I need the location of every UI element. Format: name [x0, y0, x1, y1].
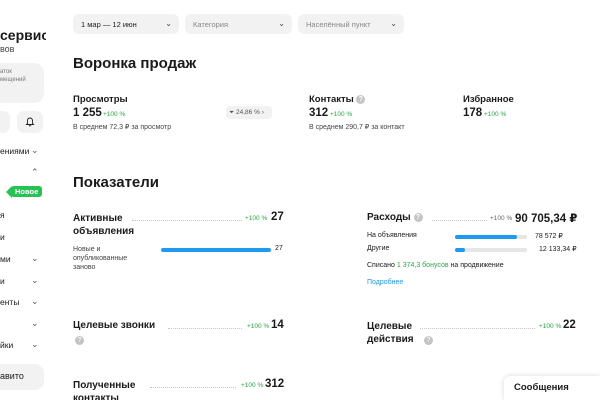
favorites-label: Избранное: [463, 94, 514, 105]
sidebar-item-5[interactable]: и: [0, 276, 5, 286]
chevron-down-icon: ⌄: [390, 19, 397, 28]
contacts-label-text: Контакты: [309, 94, 354, 105]
category-filter[interactable]: Категория ⌄: [185, 14, 292, 34]
expenses-label-text: Расходы: [367, 212, 411, 223]
favorites-value: 178: [463, 107, 483, 119]
calls-label: Целевые звонки: [73, 320, 156, 331]
expense-bar-fill: [455, 235, 518, 239]
actions-value: 22: [563, 319, 576, 331]
chevron-down-icon[interactable]: ⌄: [31, 318, 39, 329]
info-icon[interactable]: ?: [356, 94, 366, 104]
received-value: 312: [265, 378, 285, 390]
contacts-change: +100 %: [330, 111, 353, 118]
views-label: Просмотры: [73, 94, 128, 105]
category-filter-placeholder: Категория: [193, 20, 229, 29]
views-value: 1 255: [73, 107, 102, 119]
divider: [420, 328, 535, 329]
actions-change: +100 %: [539, 323, 562, 330]
details-link[interactable]: Подробнее: [367, 279, 403, 286]
location-filter-placeholder: Населённый пункт: [306, 20, 371, 29]
metrics-title: Показатели: [73, 174, 160, 191]
info-icon[interactable]: ?: [75, 336, 84, 345]
sidebar-card-line-2: мещений: [0, 77, 26, 83]
active-value: 27: [271, 211, 284, 223]
expense-bar-fill: [455, 248, 465, 252]
chevron-down-icon[interactable]: ⌄: [31, 339, 39, 350]
sidebar-card-line-1: аток: [0, 69, 12, 75]
divider: [150, 387, 236, 388]
contacts-value: 312: [309, 107, 329, 119]
expense-bar-ads: [455, 235, 527, 239]
info-icon[interactable]: ?: [413, 212, 423, 222]
bonus-suffix: на продвижение: [450, 262, 504, 269]
contacts-note: В среднем 290,7 ₽ за контакт: [309, 124, 405, 131]
calls-value: 14: [271, 319, 284, 331]
funnel-icon: ⏷: [229, 109, 235, 116]
info-icon[interactable]: ?: [424, 336, 433, 345]
active-change: +100 %: [245, 215, 268, 222]
bonus-link[interactable]: 1 374,3 бонусов: [397, 262, 449, 269]
period-filter[interactable]: 1 мар — 12 июн ⌄: [73, 14, 179, 34]
calls-change: +100 %: [247, 323, 270, 330]
chevron-down-icon[interactable]: ⌄: [31, 253, 39, 264]
sidebar-item-7[interactable]: йки: [0, 340, 13, 350]
expense-bar-other: [455, 248, 527, 252]
views-note: В среднем 72,3 ₽ за просмотр: [73, 124, 172, 131]
active-label: Активные объявления: [73, 213, 135, 237]
sidebar: сервис вов аток мещений ениями ⌄ ⌃ Новое…: [0, 0, 46, 400]
messages-panel-button[interactable]: Сообщения: [504, 376, 600, 400]
chevron-down-icon[interactable]: ⌄: [31, 275, 39, 286]
active-progress-bar: [161, 248, 271, 252]
location-filter[interactable]: Населённый пункт ⌄: [298, 14, 404, 34]
chevron-down-icon: ⌄: [165, 19, 172, 28]
chevron-down-icon: ⌄: [278, 19, 285, 28]
sidebar-info-card[interactable]: аток мещений: [0, 63, 44, 103]
received-label: Полученные контакты: [73, 380, 136, 400]
sidebar-item-3[interactable]: и: [0, 232, 5, 242]
conversion-chip[interactable]: ⏷ 24,86 % ›: [226, 106, 272, 119]
sidebar-item-1[interactable]: ениями: [0, 146, 29, 156]
chevron-down-icon[interactable]: ⌄: [31, 145, 39, 156]
chevron-up-icon[interactable]: ⌃: [31, 167, 39, 178]
bonus-prefix: Списано: [367, 262, 395, 269]
favorites-change: +100 %: [484, 111, 507, 118]
expenses-value: 90 705,34 ₽: [515, 213, 578, 225]
active-sub-label: Новые и опубликованные заново: [73, 246, 128, 271]
expense-row-label: На объявления: [367, 232, 417, 239]
divider: [168, 328, 242, 329]
sidebar-action-button[interactable]: [0, 111, 10, 133]
chevron-right-icon: ›: [261, 109, 264, 116]
expense-row-label: Другие: [367, 245, 390, 252]
views-change: +100 %: [103, 111, 126, 118]
sidebar-item-4[interactable]: ми: [0, 254, 11, 264]
received-change: +100 %: [241, 382, 264, 389]
sidebar-item-6[interactable]: енты: [0, 297, 19, 307]
new-badge: Новое: [11, 186, 43, 197]
sidebar-item-2[interactable]: я: [0, 210, 5, 220]
chevron-down-icon[interactable]: ⌄: [31, 296, 39, 307]
expenses-label: Расходы ?: [367, 212, 423, 223]
conversion-value: 24,86 %: [236, 109, 260, 116]
expenses-change: +100 %: [490, 215, 513, 222]
active-sub-value: 27: [275, 245, 283, 252]
contacts-label: Контакты ?: [309, 94, 366, 105]
bonus-note: Списано 1 374,3 бонусов на продвижение: [367, 262, 504, 269]
divider: [432, 220, 487, 221]
period-filter-value: 1 мар — 12 июн: [81, 20, 137, 29]
sidebar-title: сервис: [0, 27, 46, 43]
funnel-title: Воронка продаж: [73, 55, 197, 72]
sidebar-bottom-button[interactable]: авито: [0, 364, 44, 390]
notifications-button[interactable]: [17, 111, 43, 133]
divider: [132, 220, 242, 221]
sidebar-subtitle: вов: [0, 44, 15, 54]
expense-row-value: 78 572 ₽: [535, 233, 563, 240]
expense-row-value: 12 133,34 ₽: [539, 246, 577, 253]
actions-label: Целевые действия: [367, 321, 414, 345]
bell-icon: [25, 117, 35, 127]
